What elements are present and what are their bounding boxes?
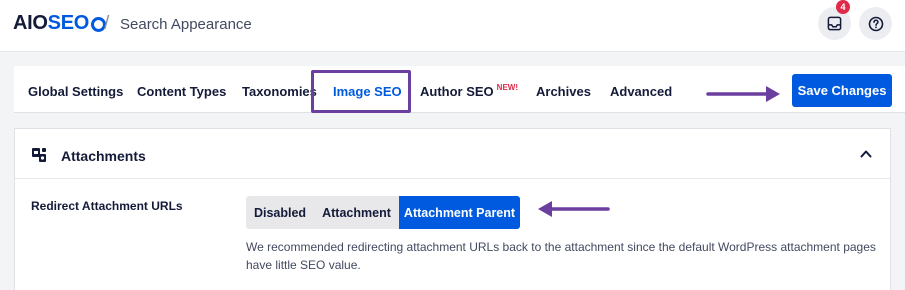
aioseo-logo[interactable]: AIO SEO [13,12,107,35]
inbox-icon [827,16,842,31]
annotation-arrow-option [538,201,610,217]
attachments-card-header[interactable]: Attachments [15,129,890,179]
tab-author-seo-label: Author SEO [420,84,494,99]
redirect-option-toggle: Disabled Attachment Attachment Parent [246,196,520,229]
tab-archives[interactable]: Archives [536,84,591,99]
attachments-card: Attachments Redirect Attachment URLs Dis… [14,128,891,290]
new-badge: NEW! [496,83,518,92]
tab-taxonomies[interactable]: Taxonomies [242,84,317,99]
chevron-up-icon[interactable] [860,149,872,158]
tab-content-types[interactable]: Content Types [137,84,226,99]
option-attachment-parent-button[interactable]: Attachment Parent [399,196,520,229]
help-icon [868,16,883,31]
card-title: Attachments [61,148,146,164]
breadcrumb-separator: / [104,13,110,34]
tab-global-settings[interactable]: Global Settings [28,84,123,99]
top-header: AIO SEO / Search Appearance 4 [0,0,905,52]
redirect-attachment-urls-label: Redirect Attachment URLs [31,199,183,213]
page-title: Search Appearance [120,16,252,33]
setting-description: We recommended redirecting attachment UR… [246,240,876,272]
attachments-icon [32,148,46,162]
tab-advanced[interactable]: Advanced [610,84,672,99]
option-disabled-button[interactable]: Disabled [246,196,314,229]
help-button[interactable] [859,7,892,40]
notification-count-badge: 4 [836,0,850,14]
save-changes-button[interactable]: Save Changes [792,74,892,107]
option-attachment-button[interactable]: Attachment [314,196,399,229]
tab-author-seo[interactable]: Author SEO NEW! [420,83,518,99]
logo-text-seo: SEO [47,12,90,34]
logo-text-aio: AIO [13,12,48,34]
tab-highlight-annotation [311,70,411,113]
annotation-arrow-save [706,86,780,102]
